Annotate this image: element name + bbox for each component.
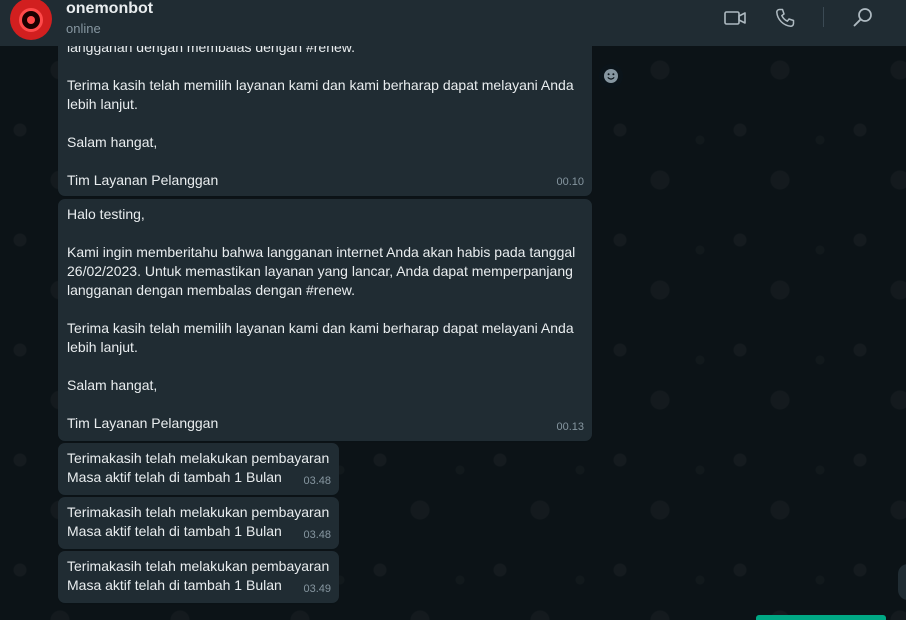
video-call-icon[interactable] bbox=[723, 6, 747, 30]
message-time: 00.10 bbox=[556, 176, 584, 188]
scroll-down-button[interactable] bbox=[898, 564, 906, 600]
search-icon[interactable] bbox=[851, 6, 875, 30]
new-message-indicator bbox=[756, 615, 886, 620]
avatar-logo-dot bbox=[27, 16, 35, 24]
message-text: Terimakasih telah melakukan pembayaran M… bbox=[67, 450, 330, 485]
message-text: Halo testing, Kami ingin memberitahu bah… bbox=[67, 206, 576, 431]
message-bubble[interactable]: Halo testing, Kami ingin memberitahu bah… bbox=[58, 199, 592, 441]
contact-status: online bbox=[66, 21, 101, 36]
message-bubble[interactable]: Terimakasih telah melakukan pembayaran M… bbox=[58, 551, 339, 603]
message-text: Terimakasih telah melakukan pembayaran M… bbox=[67, 504, 330, 539]
message-list[interactable]: langganan dengan membalas dengan #renew.… bbox=[0, 46, 906, 620]
header-divider bbox=[823, 7, 824, 27]
message-time: 00.13 bbox=[556, 421, 584, 433]
chat-header: onemonbot online bbox=[0, 0, 906, 46]
message-text: Terimakasih telah melakukan pembayaran M… bbox=[67, 558, 330, 593]
message-bubble[interactable]: Terimakasih telah melakukan pembayaran M… bbox=[58, 497, 339, 549]
message-bubble[interactable]: Terimakasih telah melakukan pembayaran M… bbox=[58, 443, 339, 495]
contact-info[interactable]: onemonbot online bbox=[66, 0, 153, 38]
contact-name: onemonbot bbox=[66, 0, 154, 17]
smiley-icon bbox=[604, 69, 618, 83]
message-text: langganan dengan membalas dengan #renew.… bbox=[67, 46, 574, 188]
message-time: 03.48 bbox=[303, 475, 331, 487]
message-time: 03.49 bbox=[303, 583, 331, 595]
message-time: 03.48 bbox=[303, 529, 331, 541]
react-emoji-button[interactable] bbox=[599, 64, 623, 88]
message-bubble[interactable]: langganan dengan membalas dengan #renew.… bbox=[58, 46, 592, 196]
contact-avatar[interactable] bbox=[10, 0, 52, 40]
voice-call-icon[interactable] bbox=[773, 6, 797, 30]
